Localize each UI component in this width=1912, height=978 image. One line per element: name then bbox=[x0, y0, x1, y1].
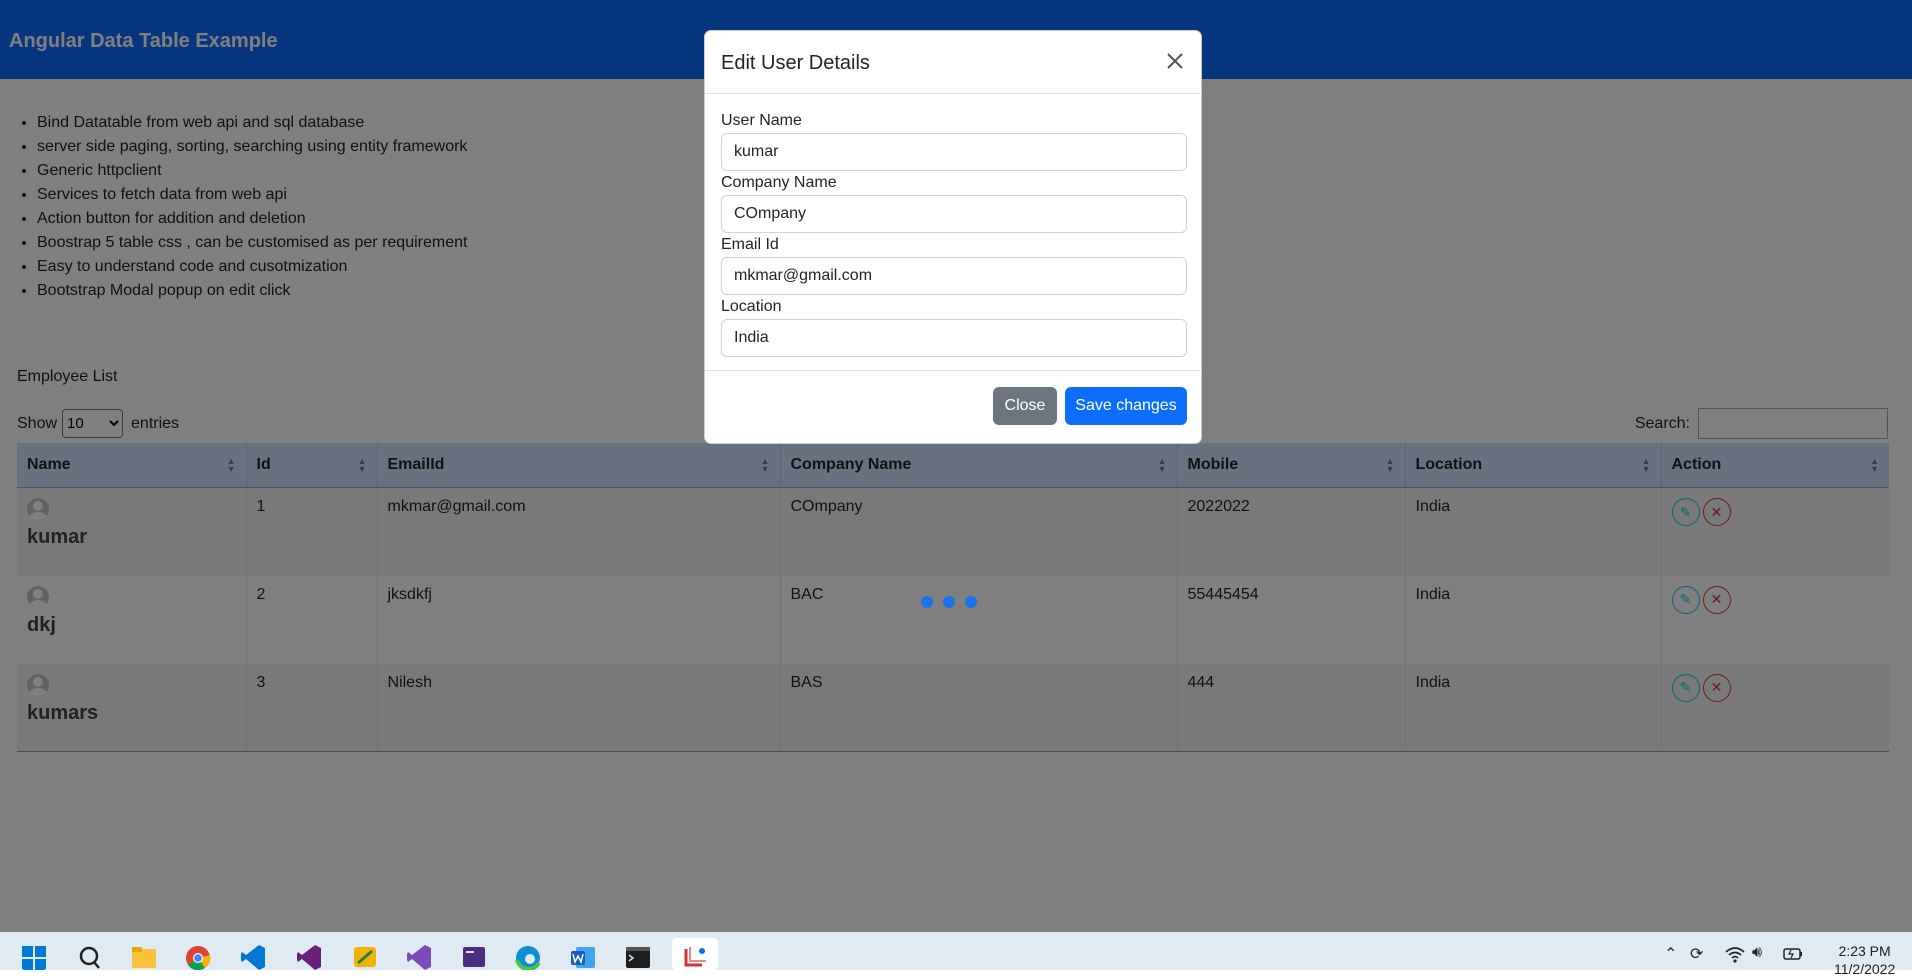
visual-studio-icon[interactable] bbox=[296, 943, 322, 970]
spinner-dot bbox=[965, 596, 977, 608]
location-input[interactable] bbox=[721, 319, 1187, 357]
edit-user-modal: Edit User Details User Name Company Name… bbox=[704, 30, 1202, 444]
word-icon[interactable] bbox=[570, 943, 596, 970]
chrome-icon[interactable] bbox=[185, 943, 211, 970]
spinner-dot bbox=[921, 596, 933, 608]
modal-title: Edit User Details bbox=[721, 52, 870, 74]
os-taskbar bbox=[0, 932, 1912, 970]
visual-studio-preview-icon[interactable] bbox=[406, 943, 432, 970]
company-name-input[interactable] bbox=[721, 195, 1187, 233]
volume-icon[interactable]: 🔊︎ bbox=[1752, 944, 1762, 962]
spinner-dot bbox=[943, 596, 955, 608]
clock-time: 2:23 PM bbox=[1838, 943, 1891, 959]
paint-tool-icon[interactable] bbox=[352, 943, 378, 970]
modal-body: User Name Company Name Email Id Location bbox=[705, 94, 1201, 357]
wifi-icon[interactable] bbox=[1724, 944, 1746, 964]
email-id-input[interactable] bbox=[721, 257, 1187, 295]
terminal-app-icon[interactable] bbox=[461, 943, 487, 970]
loading-spinner bbox=[921, 596, 977, 608]
modal-header: Edit User Details bbox=[705, 31, 1201, 94]
sync-icon[interactable]: ⟳ bbox=[1690, 944, 1703, 964]
user-name-input[interactable] bbox=[721, 133, 1187, 171]
email-id-label: Email Id bbox=[721, 236, 779, 253]
close-button[interactable]: Close bbox=[993, 387, 1057, 425]
chevron-up-icon[interactable]: ⌃ bbox=[1664, 944, 1677, 964]
clock-date: 11/2/2022 bbox=[1834, 961, 1896, 977]
company-name-label: Company Name bbox=[721, 174, 837, 191]
snipping-tool-icon[interactable] bbox=[682, 943, 708, 970]
edge-icon[interactable] bbox=[515, 943, 541, 970]
search-icon[interactable] bbox=[77, 943, 103, 970]
windows-start-icon[interactable] bbox=[21, 943, 47, 970]
battery-icon[interactable] bbox=[1782, 944, 1804, 964]
vscode-icon[interactable] bbox=[240, 943, 266, 970]
modal-footer: Close Save changes bbox=[705, 370, 1201, 443]
save-changes-button[interactable]: Save changes bbox=[1065, 387, 1187, 425]
file-explorer-icon[interactable] bbox=[131, 943, 157, 970]
command-prompt-icon[interactable] bbox=[625, 943, 651, 970]
taskbar-clock[interactable]: 2:23 PM 11/2/2022 bbox=[1834, 942, 1895, 978]
location-label: Location bbox=[721, 298, 782, 315]
close-icon[interactable] bbox=[1163, 49, 1187, 73]
user-name-label: User Name bbox=[721, 112, 802, 129]
